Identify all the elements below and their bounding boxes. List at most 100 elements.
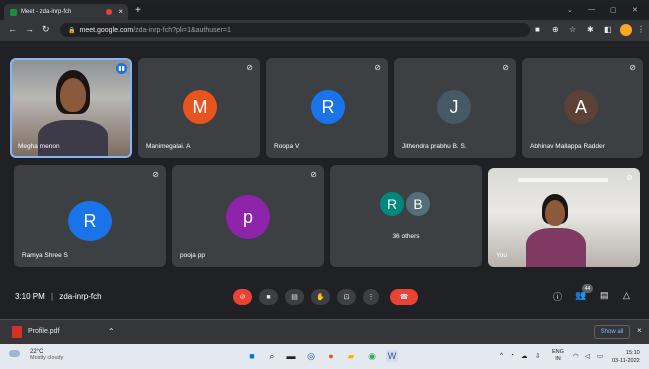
- chat-icon[interactable]: ▤: [600, 290, 609, 301]
- mic-muted-icon: ⊘: [502, 63, 509, 72]
- system-clock[interactable]: 15:10 03-11-2022: [612, 349, 640, 365]
- avatar: B: [404, 190, 432, 218]
- url-domain: meet.google.com: [79, 26, 134, 34]
- mic-muted-icon: ⊘: [246, 63, 253, 72]
- battery-icon[interactable]: ▭: [597, 352, 603, 360]
- participant-name: Megha menon: [18, 143, 60, 150]
- file-explorer-icon[interactable]: ▰: [345, 350, 357, 362]
- participant-tile-jithendra[interactable]: ⊘ J Jithendra prabhu B. S.: [394, 58, 516, 158]
- chevron-down-icon[interactable]: ⌄: [567, 6, 573, 14]
- back-button[interactable]: ←: [8, 24, 17, 34]
- captions-button[interactable]: ▤: [285, 289, 304, 305]
- weather-condition: Mostly cloudy: [30, 355, 64, 361]
- weather-widget[interactable]: 22°C Mostly cloudy: [30, 349, 63, 361]
- firefox-icon[interactable]: ●: [325, 350, 337, 362]
- address-bar-row: ← → ↻ 🔒 meet.google.com/zda-inrp-fch?pli…: [0, 20, 649, 41]
- avatar: R: [378, 190, 406, 218]
- ceiling-light: [518, 178, 608, 182]
- avatar: J: [437, 90, 471, 124]
- download-file-name[interactable]: Profile.pdf: [28, 328, 60, 335]
- clock-date: 03-11-2022: [612, 358, 640, 364]
- camera-toggle-button[interactable]: ■: [259, 289, 278, 305]
- windows-taskbar: 22°C Mostly cloudy ■ ⌕ ▬ ◎ ● ▰ ◉ W ^ ◔ ☁…: [0, 344, 649, 369]
- network-icon[interactable]: ◔: [510, 352, 514, 359]
- windows-start-icon[interactable]: ■: [246, 350, 258, 362]
- participant-name: Jithendra prabhu B. S.: [402, 143, 467, 150]
- tab-title: Meet - zda-inrp-fch: [21, 9, 72, 15]
- tab-close-button[interactable]: ×: [118, 7, 123, 16]
- url-path: /zda-inrp-fch?pli=1&authuser=1: [133, 26, 231, 34]
- chat-app-icon[interactable]: ◎: [305, 350, 317, 362]
- bookmark-star-icon[interactable]: ☆: [569, 25, 576, 34]
- close-window-button[interactable]: ✕: [632, 6, 638, 14]
- participant-tile-abhinav[interactable]: ⊘ A Abhinav Mallappa Radder: [522, 58, 643, 158]
- cloud-icon[interactable]: ☁: [521, 352, 528, 360]
- avatar: R: [311, 90, 345, 124]
- tray-chevron-icon[interactable]: ^: [500, 352, 503, 359]
- mic-muted-icon: ⊘: [310, 170, 317, 179]
- reload-button[interactable]: ↻: [42, 24, 50, 35]
- new-tab-button[interactable]: +: [135, 5, 141, 16]
- show-all-button[interactable]: Show all: [594, 325, 630, 339]
- url-input[interactable]: 🔒 meet.google.com/zda-inrp-fch?pli=1&aut…: [60, 23, 530, 37]
- participant-tile-ramya[interactable]: ⊘ R Ramya Shree S: [14, 165, 166, 267]
- leave-call-button[interactable]: ☎: [390, 289, 418, 305]
- search-icon[interactable]: ⌕: [266, 350, 278, 362]
- participant-tile-roopa[interactable]: ⊘ R Roopa V: [266, 58, 388, 158]
- download-bar: Profile.pdf ⌃ Show all ×: [0, 319, 649, 344]
- lock-icon: 🔒: [68, 27, 76, 34]
- speaking-indicator-icon: ▮▮: [116, 63, 127, 74]
- mic-muted-icon: ⊘: [374, 63, 381, 72]
- others-count-label: 36 others: [392, 233, 420, 240]
- meeting-details: 3:10 PM | zda-inrp-fch: [15, 292, 102, 301]
- participant-name: Ramya Shree S: [22, 252, 68, 259]
- lang-bottom: IN: [555, 356, 561, 362]
- pdf-file-icon: [12, 326, 22, 338]
- activities-icon[interactable]: △: [623, 290, 630, 301]
- participant-name: Abhinav Mallappa Radder: [530, 143, 605, 150]
- self-view-tile[interactable]: ⊘ You: [488, 168, 640, 267]
- extensions-icon[interactable]: ✱: [587, 25, 594, 34]
- raise-hand-button[interactable]: ✋: [311, 289, 330, 305]
- participant-tile-megha[interactable]: ▮▮ Megha menon: [10, 58, 132, 158]
- participant-tile-pooja[interactable]: ⊘ p pooja pp: [172, 165, 324, 267]
- meeting-controls-bar: 3:10 PM | zda-inrp-fch ⊘ ■ ▤ ✋ ⊡ ⋮ ☎ ⓘ 👥…: [0, 282, 649, 312]
- meet-favicon-icon: [10, 8, 17, 16]
- camera-icon[interactable]: ■: [535, 25, 540, 34]
- chevron-up-icon[interactable]: ⌃: [108, 327, 115, 336]
- weather-icon: [9, 350, 20, 357]
- info-icon[interactable]: ⓘ: [553, 290, 562, 303]
- usb-icon[interactable]: ⇩: [535, 352, 540, 360]
- word-icon[interactable]: W: [386, 350, 398, 362]
- participant-body: [526, 228, 586, 267]
- chrome-icon[interactable]: ◉: [366, 350, 378, 362]
- recording-dot-icon: [106, 9, 112, 15]
- browser-tab[interactable]: Meet - zda-inrp-fch ×: [4, 4, 128, 20]
- participant-name: Manimegalai. A: [146, 143, 191, 150]
- close-download-bar-button[interactable]: ×: [637, 326, 642, 335]
- participant-name: You: [496, 252, 507, 259]
- menu-dots-icon[interactable]: ⋮: [637, 25, 645, 34]
- participant-tile-manimegalai[interactable]: ⊘ M Manimegalai. A: [138, 58, 260, 158]
- mic-muted-icon: ⊘: [626, 173, 633, 182]
- maximize-button[interactable]: ▢: [610, 6, 617, 14]
- share-icon[interactable]: ⊕: [552, 25, 559, 34]
- profile-avatar[interactable]: [620, 24, 632, 36]
- forward-button[interactable]: →: [25, 24, 34, 34]
- minimize-button[interactable]: —: [588, 6, 595, 13]
- mic-toggle-button[interactable]: ⊘: [233, 289, 252, 305]
- avatar: M: [183, 90, 217, 124]
- avatar: R: [68, 201, 112, 241]
- avatar: p: [226, 195, 270, 239]
- lang-top: ENG: [552, 349, 564, 355]
- wifi-icon[interactable]: ◠: [573, 352, 579, 360]
- sidepanel-icon[interactable]: ◧: [604, 25, 612, 34]
- clock-time: 15:10: [625, 350, 640, 356]
- more-options-button[interactable]: ⋮: [363, 289, 379, 305]
- volume-icon[interactable]: ◁: [585, 352, 590, 360]
- task-view-icon[interactable]: ▬: [285, 350, 297, 362]
- others-tile[interactable]: R B 36 others: [330, 165, 482, 267]
- language-indicator[interactable]: ENG IN: [552, 349, 564, 363]
- present-button[interactable]: ⊡: [337, 289, 356, 305]
- browser-tab-bar: Meet - zda-inrp-fch × + ⌄ — ▢ ✕: [0, 4, 649, 20]
